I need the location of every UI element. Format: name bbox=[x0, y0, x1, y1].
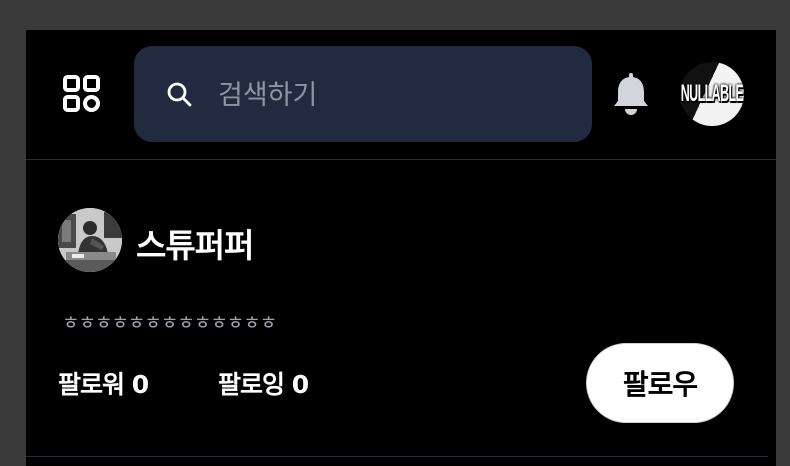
followers-stat[interactable]: 팔로워 0 bbox=[58, 365, 149, 401]
following-count: 0 bbox=[291, 370, 309, 399]
app-window: NULLABLE 스튜퍼퍼 ㅎㅎㅎㅎㅎㅎㅎㅎㅎㅎㅎㅎㅎ 팔로워 0 bbox=[26, 30, 776, 466]
following-stat[interactable]: 팔로잉 0 bbox=[218, 365, 309, 401]
search-bar[interactable] bbox=[134, 46, 592, 142]
search-input[interactable] bbox=[216, 70, 560, 120]
profile-avatar[interactable] bbox=[58, 208, 122, 272]
user-avatar[interactable]: NULLABLE bbox=[680, 62, 744, 126]
brand-logo-text: NULLABLE bbox=[680, 80, 744, 107]
profile-bio: ㅎㅎㅎㅎㅎㅎㅎㅎㅎㅎㅎㅎㅎ bbox=[62, 312, 277, 334]
divider bbox=[26, 456, 768, 457]
top-header: NULLABLE bbox=[26, 30, 776, 160]
bell-icon[interactable] bbox=[612, 72, 650, 116]
follow-button[interactable]: 팔로우 bbox=[586, 343, 734, 423]
following-label: 팔로잉 bbox=[218, 370, 285, 399]
profile-card: 스튜퍼퍼 ㅎㅎㅎㅎㅎㅎㅎㅎㅎㅎㅎㅎㅎ 팔로워 0 팔로잉 0 팔로우 bbox=[26, 160, 776, 466]
search-icon bbox=[166, 81, 194, 109]
grid-menu-icon[interactable] bbox=[62, 74, 102, 114]
followers-label: 팔로워 bbox=[58, 370, 125, 399]
profile-name: 스튜퍼퍼 bbox=[136, 226, 254, 265]
followers-count: 0 bbox=[131, 370, 149, 399]
